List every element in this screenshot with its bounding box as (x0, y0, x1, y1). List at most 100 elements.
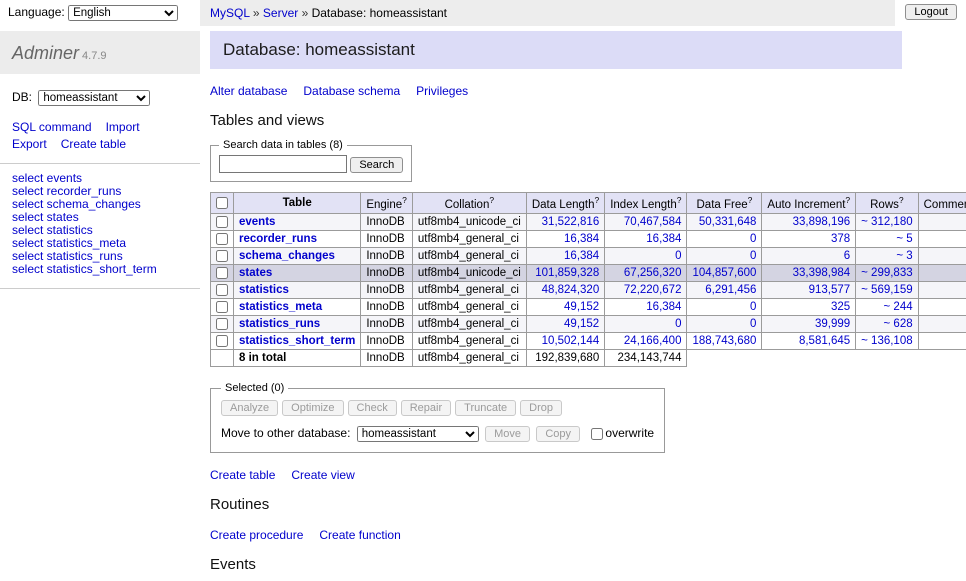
sidebar-select-statistics[interactable]: select statistics (12, 223, 93, 237)
data-length-link[interactable]: 10,502,144 (542, 335, 600, 347)
help-icon[interactable]: ? (899, 195, 904, 205)
breadcrumb-link-mysql[interactable]: MySQL (210, 6, 250, 20)
overwrite-checkbox[interactable] (591, 428, 603, 440)
auto-increment-link[interactable]: 325 (831, 301, 850, 313)
data-length-link[interactable]: 31,522,816 (542, 216, 600, 228)
data-length-link[interactable]: 16,384 (564, 233, 599, 245)
index-length-link[interactable]: 0 (675, 318, 681, 330)
data-free-link[interactable]: 0 (750, 301, 756, 313)
help-icon[interactable]: ? (402, 195, 407, 205)
table-link-recorder-runs[interactable]: recorder_runs (239, 233, 317, 245)
data-free-link[interactable]: 0 (750, 250, 756, 262)
checkbox-statistics-runs[interactable] (216, 318, 228, 330)
rows-link[interactable]: ~ 136,108 (861, 335, 912, 347)
sidebar-action-export[interactable]: Export (12, 136, 47, 153)
truncate-button[interactable]: Truncate (455, 400, 516, 416)
checkbox-statistics-short-term[interactable] (216, 335, 228, 347)
select-all-checkbox[interactable] (216, 197, 228, 209)
check-button[interactable]: Check (348, 400, 397, 416)
repair-button[interactable]: Repair (401, 400, 451, 416)
index-length-link[interactable]: 70,467,584 (624, 216, 682, 228)
index-length-link[interactable]: 0 (675, 250, 681, 262)
checkbox-events[interactable] (216, 216, 228, 228)
help-icon[interactable]: ? (748, 195, 753, 205)
data-length-link[interactable]: 16,384 (564, 250, 599, 262)
db-action-database-schema[interactable]: Database schema (303, 84, 400, 98)
checkbox-recorder-runs[interactable] (216, 233, 228, 245)
create-procedure-link[interactable]: Create procedure (210, 528, 303, 542)
db-action-alter-database[interactable]: Alter database (210, 84, 287, 98)
sidebar-select-statistics-runs[interactable]: select statistics_runs (12, 249, 123, 263)
checkbox-states[interactable] (216, 267, 228, 279)
auto-increment-link[interactable]: 913,577 (809, 284, 851, 296)
rows-link[interactable]: ~ 5 (896, 233, 912, 245)
sidebar-select-events[interactable]: select events (12, 171, 82, 185)
index-length-link[interactable]: 72,220,672 (624, 284, 682, 296)
help-icon[interactable]: ? (845, 195, 850, 205)
table-link-statistics-runs[interactable]: statistics_runs (239, 318, 320, 330)
data-free-link[interactable]: 104,857,600 (692, 267, 756, 279)
language-select[interactable]: English (68, 5, 178, 21)
auto-increment-link[interactable]: 378 (831, 233, 850, 245)
auto-increment-link[interactable]: 8,581,645 (799, 335, 850, 347)
rows-link[interactable]: ~ 312,180 (861, 216, 912, 228)
db-select[interactable]: homeassistant (38, 90, 150, 106)
optimize-button[interactable]: Optimize (282, 400, 343, 416)
help-icon[interactable]: ? (489, 195, 494, 205)
move-button[interactable]: Move (485, 426, 530, 442)
data-free-link[interactable]: 0 (750, 318, 756, 330)
data-free-link[interactable]: 0 (750, 233, 756, 245)
rows-link[interactable]: ~ 299,833 (861, 267, 912, 279)
create-view-link[interactable]: Create view (291, 468, 354, 482)
table-link-events[interactable]: events (239, 216, 275, 228)
sidebar-select-states[interactable]: select states (12, 210, 79, 224)
move-db-select[interactable]: homeassistant (357, 426, 479, 442)
checkbox-statistics[interactable] (216, 284, 228, 296)
sidebar-action-import[interactable]: Import (106, 119, 140, 136)
table-link-states[interactable]: states (239, 267, 272, 279)
auto-increment-link[interactable]: 6 (844, 250, 850, 262)
rows-link[interactable]: ~ 569,159 (861, 284, 912, 296)
index-length-link[interactable]: 67,256,320 (624, 267, 682, 279)
breadcrumb-link-server[interactable]: Server (263, 6, 298, 20)
data-length-link[interactable]: 48,824,320 (542, 284, 600, 296)
checkbox-statistics-meta[interactable] (216, 301, 228, 313)
rows-link[interactable]: ~ 628 (884, 318, 913, 330)
data-free-link[interactable]: 6,291,456 (705, 284, 756, 296)
table-link-statistics-short-term[interactable]: statistics_short_term (239, 335, 355, 347)
sidebar-action-sql-command[interactable]: SQL command (12, 119, 92, 136)
sidebar-select-schema-changes[interactable]: select schema_changes (12, 197, 141, 211)
index-length-link[interactable]: 24,166,400 (624, 335, 682, 347)
create-function-link[interactable]: Create function (319, 528, 400, 542)
data-free-link[interactable]: 188,743,680 (692, 335, 756, 347)
index-length-link[interactable]: 16,384 (646, 301, 681, 313)
checkbox-schema-changes[interactable] (216, 250, 228, 262)
auto-increment-link[interactable]: 33,398,984 (793, 267, 851, 279)
sidebar-select-statistics-meta[interactable]: select statistics_meta (12, 236, 126, 250)
auto-increment-link[interactable]: 39,999 (815, 318, 850, 330)
table-link-statistics-meta[interactable]: statistics_meta (239, 301, 322, 313)
sidebar-select-recorder-runs[interactable]: select recorder_runs (12, 184, 121, 198)
table-link-statistics[interactable]: statistics (239, 284, 289, 296)
db-action-privileges[interactable]: Privileges (416, 84, 468, 98)
analyze-button[interactable]: Analyze (221, 400, 278, 416)
data-free-link[interactable]: 50,331,648 (699, 216, 757, 228)
search-button[interactable]: Search (350, 157, 403, 173)
help-icon[interactable]: ? (677, 195, 682, 205)
sidebar-select-statistics-short-term[interactable]: select statistics_short_term (12, 262, 157, 276)
auto-increment-link[interactable]: 33,898,196 (793, 216, 851, 228)
sidebar-action-create-table[interactable]: Create table (61, 136, 126, 153)
data-length-link[interactable]: 49,152 (564, 318, 599, 330)
help-icon[interactable]: ? (594, 195, 599, 205)
data-length-link[interactable]: 49,152 (564, 301, 599, 313)
index-length-link[interactable]: 16,384 (646, 233, 681, 245)
create-table-link[interactable]: Create table (210, 468, 275, 482)
rows-link[interactable]: ~ 3 (896, 250, 912, 262)
data-length-link[interactable]: 101,859,328 (535, 267, 599, 279)
logout-button[interactable]: Logout (905, 4, 957, 20)
rows-link[interactable]: ~ 244 (884, 301, 913, 313)
copy-button[interactable]: Copy (536, 426, 580, 442)
search-input[interactable] (219, 155, 347, 173)
table-link-schema-changes[interactable]: schema_changes (239, 250, 335, 262)
drop-button[interactable]: Drop (520, 400, 562, 416)
